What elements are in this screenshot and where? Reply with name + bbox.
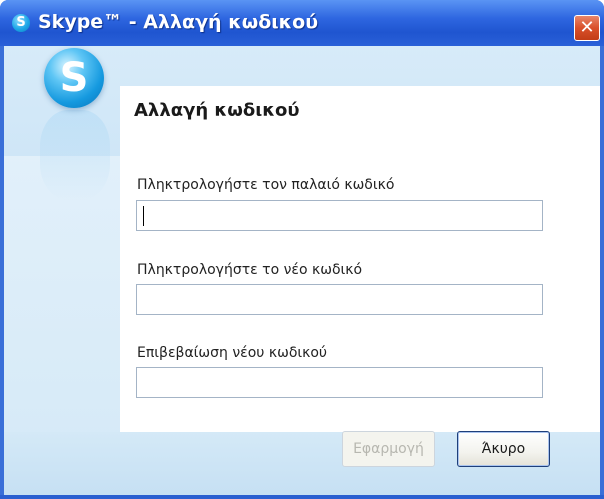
skype-logo: S bbox=[44, 48, 104, 108]
text-caret bbox=[143, 206, 144, 226]
window-bottom-border bbox=[0, 495, 604, 499]
old-password-label: Πληκτρολογήστε τον παλαιό κωδικό bbox=[137, 177, 395, 193]
cancel-button[interactable]: Άκυρο bbox=[457, 431, 550, 467]
skype-icon: S bbox=[12, 14, 30, 32]
new-password-input[interactable] bbox=[136, 284, 543, 315]
title-bar[interactable]: S Skype™ - Αλλαγή κωδικού ✕ bbox=[0, 0, 604, 46]
new-password-label: Πληκτρολογήστε το νέο κωδικό bbox=[137, 262, 363, 278]
confirm-password-label: Επιβεβαίωση νέου κωδικού bbox=[137, 345, 328, 361]
confirm-password-input[interactable] bbox=[136, 367, 543, 398]
window-title: Skype™ - Αλλαγή κωδικού bbox=[38, 11, 319, 33]
dialog-heading: Αλλαγή κωδικού bbox=[134, 100, 300, 121]
change-password-window: S Skype™ - Αλλαγή κωδικού ✕ S Αλλαγή κωδ… bbox=[0, 0, 604, 499]
close-button[interactable]: ✕ bbox=[574, 15, 600, 41]
logo-reflection bbox=[40, 110, 110, 200]
apply-button[interactable]: Εφαρμογή bbox=[342, 431, 435, 467]
old-password-input[interactable] bbox=[136, 200, 543, 231]
